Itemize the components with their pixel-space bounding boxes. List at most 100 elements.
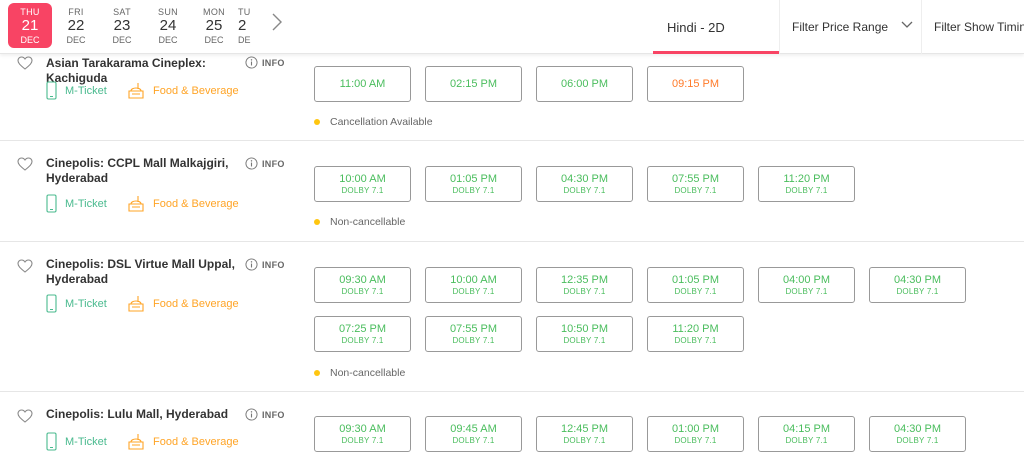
showtime-button[interactable]: 01:05 PM DOLBY 7.1 xyxy=(425,166,522,202)
showtime-button[interactable]: 02:15 PM xyxy=(425,66,522,102)
showtime-button[interactable]: 09:15 PM xyxy=(647,66,744,102)
showtime-button[interactable]: 10:00 AM DOLBY 7.1 xyxy=(314,166,411,202)
showtime-time: 11:20 PM xyxy=(783,173,830,185)
mticket-label: M-Ticket xyxy=(65,197,107,210)
note-dot xyxy=(314,119,320,125)
showtime-button[interactable]: 10:00 AM DOLBY 7.1 xyxy=(425,267,522,303)
showtime-format: DOLBY 7.1 xyxy=(896,287,939,296)
venue-name[interactable]: Cinepolis: Lulu Mall, Hyderabad xyxy=(46,407,246,422)
showtime-time: 04:15 PM xyxy=(782,423,831,435)
date-day: 23 xyxy=(113,16,131,34)
date-thu-21[interactable]: THU 21 DEC xyxy=(8,3,52,48)
food-feature: Food & Beverage xyxy=(127,81,239,100)
food-label: Food & Beverage xyxy=(153,84,239,97)
cancellation-note: Cancellation Available xyxy=(314,116,433,128)
date-dow: FRI xyxy=(68,6,84,17)
language-filter[interactable]: Hindi - 2D xyxy=(653,0,779,54)
showtime-time: 07:55 PM xyxy=(449,323,498,335)
showtime-time: 02:15 PM xyxy=(449,78,498,90)
showtime-button[interactable]: 04:15 PM DOLBY 7.1 xyxy=(758,416,855,452)
price-range-filter[interactable]: Filter Price Range xyxy=(779,0,921,54)
timings-filter-label: Filter Show Timings xyxy=(934,20,1024,34)
showtime-time: 09:30 AM xyxy=(339,423,386,435)
note-text: Non-cancellable xyxy=(330,216,406,228)
mticket-feature: M-Ticket xyxy=(46,81,107,100)
showtime-time: 01:05 PM xyxy=(671,274,720,286)
mobile-ticket-icon xyxy=(46,194,57,213)
heart-icon[interactable] xyxy=(17,259,33,273)
date-sun-24[interactable]: SUN 24 DEC xyxy=(146,3,190,48)
showtime-button[interactable]: 04:30 PM DOLBY 7.1 xyxy=(869,267,966,303)
venue-name[interactable]: Cinepolis: DSL Virtue Mall Uppal, Hydera… xyxy=(46,257,246,287)
venue-info[interactable]: INFO xyxy=(245,157,285,170)
showtime-button[interactable]: 12:35 PM DOLBY 7.1 xyxy=(536,267,633,303)
date-month: DEC xyxy=(112,34,132,45)
info-label: INFO xyxy=(262,57,285,68)
date-sat-23[interactable]: SAT 23 DEC xyxy=(100,3,144,48)
showtime-button[interactable]: 04:00 PM DOLBY 7.1 xyxy=(758,267,855,303)
showtime-button[interactable]: 11:00 AM xyxy=(314,66,411,102)
showtime-format: DOLBY 7.1 xyxy=(785,186,828,195)
date-dow: THU xyxy=(20,6,40,17)
showtime-time: 01:00 PM xyxy=(671,423,720,435)
date-month: DE xyxy=(238,34,251,45)
date-tue-26[interactable]: TU 2 DE xyxy=(238,3,258,48)
date-month: DEC xyxy=(158,34,178,45)
showtime-button[interactable]: 12:45 PM DOLBY 7.1 xyxy=(536,416,633,452)
heart-icon[interactable] xyxy=(17,157,33,171)
showtime-button[interactable]: 01:00 PM DOLBY 7.1 xyxy=(647,416,744,452)
showtime-format: DOLBY 7.1 xyxy=(896,436,939,445)
showtime-button[interactable]: 09:30 AM DOLBY 7.1 xyxy=(314,416,411,452)
showtime-button[interactable]: 04:30 PM DOLBY 7.1 xyxy=(536,166,633,202)
showtime-button[interactable]: 01:05 PM DOLBY 7.1 xyxy=(647,267,744,303)
food-beverage-icon xyxy=(128,434,144,450)
showtime-button[interactable]: 07:55 PM DOLBY 7.1 xyxy=(647,166,744,202)
heart-icon[interactable] xyxy=(17,56,33,70)
mticket-label: M-Ticket xyxy=(65,435,107,448)
showtime-format: DOLBY 7.1 xyxy=(563,186,606,195)
info-icon xyxy=(245,157,258,170)
showtime-button[interactable]: 11:20 PM DOLBY 7.1 xyxy=(647,316,744,352)
mticket-feature: M-Ticket xyxy=(46,294,107,313)
food-label: Food & Beverage xyxy=(153,297,239,310)
chevron-right-icon[interactable] xyxy=(270,12,284,32)
showtime-format: DOLBY 7.1 xyxy=(563,336,606,345)
showtime-button[interactable]: 10:50 PM DOLBY 7.1 xyxy=(536,316,633,352)
showtime-time: 04:30 PM xyxy=(893,423,942,435)
note-dot xyxy=(314,219,320,225)
showtime-button[interactable]: 09:45 AM DOLBY 7.1 xyxy=(425,416,522,452)
heart-icon[interactable] xyxy=(17,409,33,423)
showtime-button[interactable]: 11:20 PM DOLBY 7.1 xyxy=(758,166,855,202)
showtime-time: 10:50 PM xyxy=(560,323,609,335)
food-beverage-icon xyxy=(128,83,144,99)
date-mon-25[interactable]: MON 25 DEC xyxy=(192,3,236,48)
showtime-button[interactable]: 07:55 PM DOLBY 7.1 xyxy=(425,316,522,352)
food-feature: Food & Beverage xyxy=(127,432,239,451)
venue-info[interactable]: INFO xyxy=(245,408,285,421)
cancellation-note: Non-cancellable xyxy=(314,216,405,228)
showtime-format: DOLBY 7.1 xyxy=(785,436,828,445)
show-timings-filter[interactable]: Filter Show Timings xyxy=(921,0,1024,54)
showtime-button[interactable]: 07:25 PM DOLBY 7.1 xyxy=(314,316,411,352)
showtime-format: DOLBY 7.1 xyxy=(674,287,717,296)
showtime-time: 09:45 AM xyxy=(450,423,497,435)
note-text: Cancellation Available xyxy=(330,116,433,128)
showtime-format: DOLBY 7.1 xyxy=(452,336,495,345)
venue-info[interactable]: INFO xyxy=(245,258,285,271)
showtime-format: DOLBY 7.1 xyxy=(452,186,495,195)
mticket-label: M-Ticket xyxy=(65,84,107,97)
showtime-format: DOLBY 7.1 xyxy=(674,336,717,345)
venue-row: Asian Tarakarama Cineplex: Kachiguda INF… xyxy=(0,54,1024,141)
showtime-button[interactable]: 04:30 PM DOLBY 7.1 xyxy=(869,416,966,452)
showtime-format: DOLBY 7.1 xyxy=(674,436,717,445)
note-text: Non-cancellable xyxy=(330,367,406,379)
venue-info[interactable]: INFO xyxy=(245,56,285,69)
showtime-time: 04:30 PM xyxy=(560,173,609,185)
showtime-button[interactable]: 06:00 PM xyxy=(536,66,633,102)
date-fri-22[interactable]: FRI 22 DEC xyxy=(54,3,98,48)
showtime-button[interactable]: 09:30 AM DOLBY 7.1 xyxy=(314,267,411,303)
venue-name[interactable]: Cinepolis: CCPL Mall Malkajgiri, Hyderab… xyxy=(46,156,246,186)
date-day: 25 xyxy=(205,16,223,34)
date-month: DEC xyxy=(204,34,224,45)
date-dow: SAT xyxy=(113,6,131,17)
